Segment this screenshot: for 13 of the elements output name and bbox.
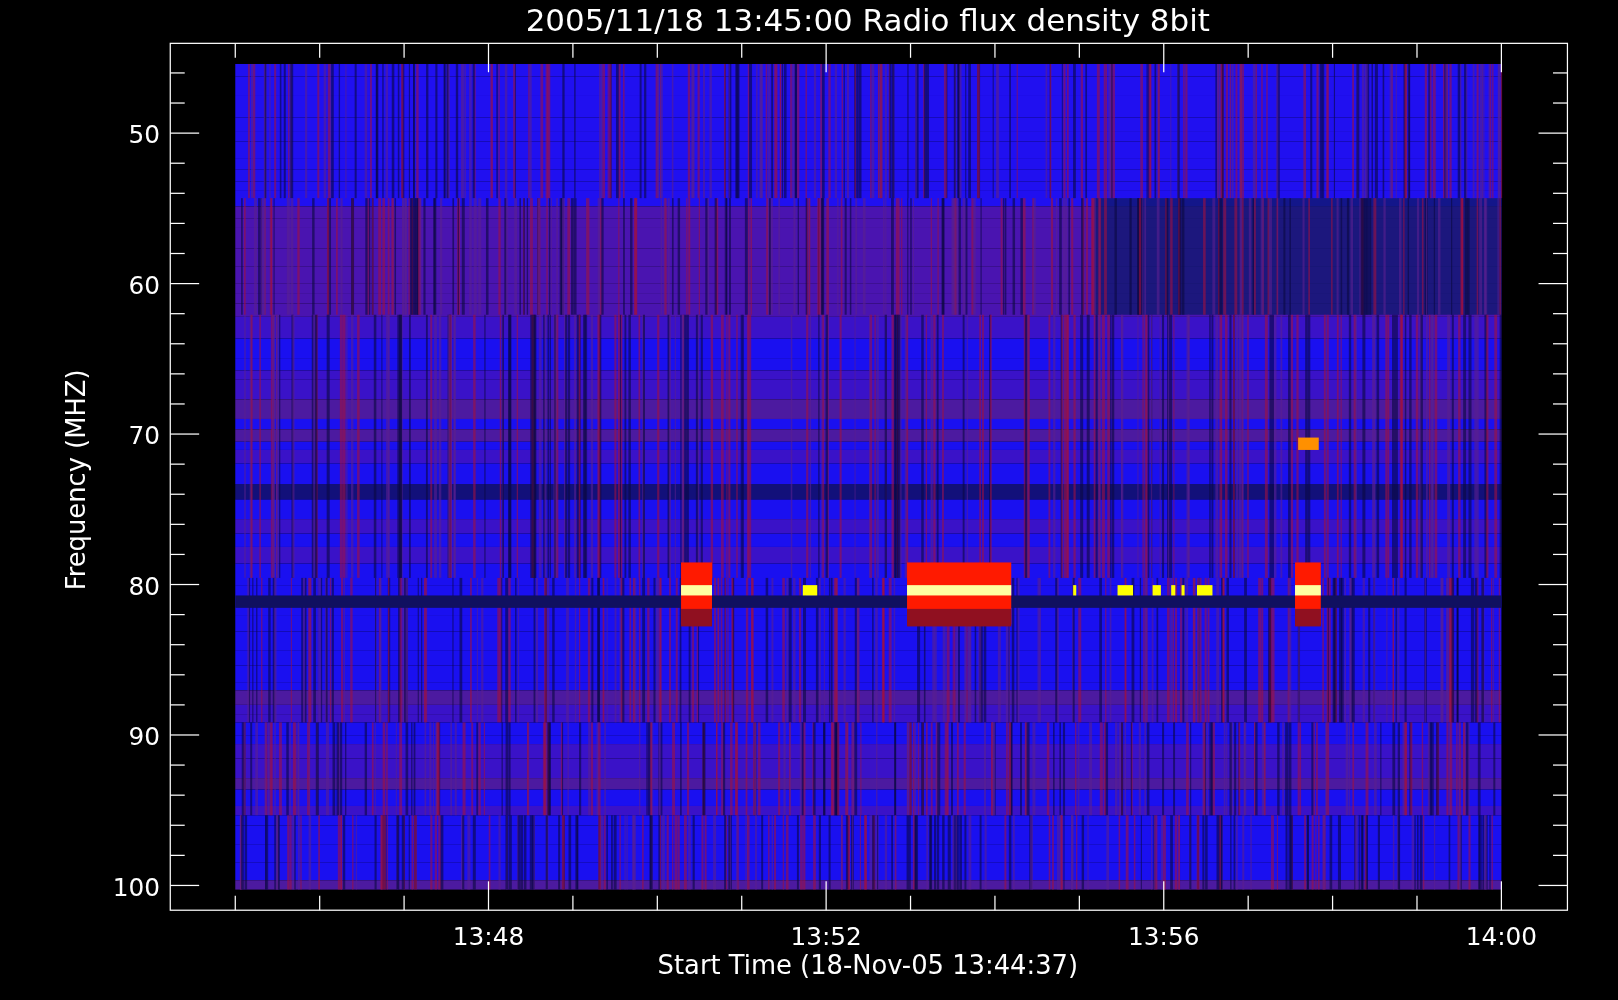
- y-tick-label: 50: [128, 120, 160, 150]
- x-tick-label: 13:52: [790, 922, 862, 952]
- y-tick-label: 90: [128, 722, 160, 752]
- x-tick-label: 13:56: [1128, 922, 1200, 952]
- x-tick-label: 13:48: [452, 922, 525, 952]
- x-axis-label: Start Time (18-Nov-05 13:44:37): [657, 950, 1078, 981]
- y-tick-label: 70: [128, 421, 160, 451]
- y-tick-label: 100: [112, 872, 160, 902]
- chart-title: 2005/11/18 13:45:00 Radio flux density 8bit: [525, 1, 1210, 38]
- y-tick-label: 60: [128, 270, 160, 300]
- y-axis-label: Frequency (MHZ): [60, 369, 91, 591]
- x-tick-label: 14:00: [1465, 922, 1538, 952]
- y-tick-label: 80: [128, 571, 160, 601]
